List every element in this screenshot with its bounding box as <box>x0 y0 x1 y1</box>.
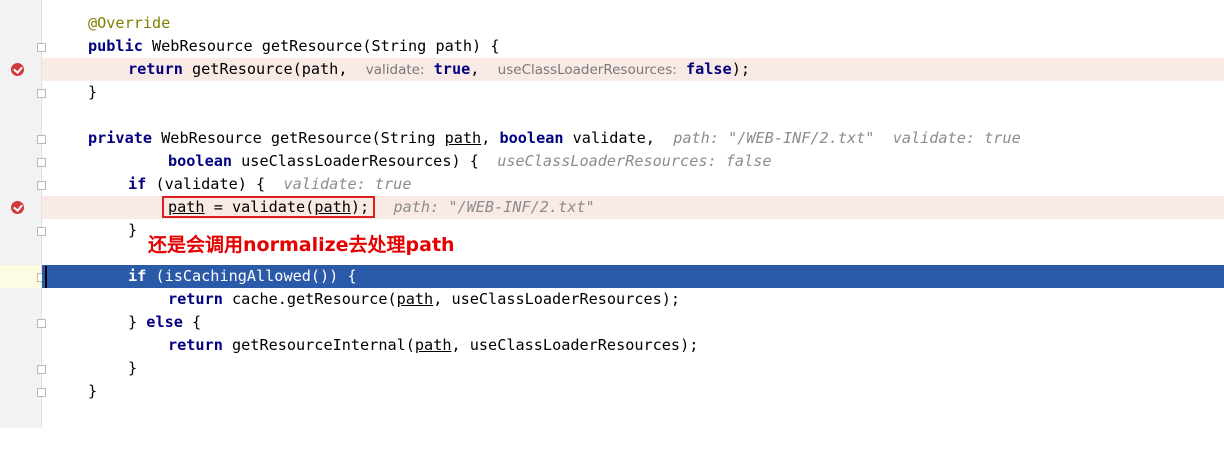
current-line-gutter <box>0 265 41 288</box>
keyword: if <box>128 267 147 285</box>
code-text: , <box>470 60 498 78</box>
keyword: true <box>424 60 471 78</box>
variable-path: path <box>168 198 205 216</box>
keyword: public <box>88 37 143 55</box>
inline-debug-value: useClassLoaderResources: false <box>497 152 772 170</box>
code-line[interactable]: if (validate) { validate: true <box>42 173 1224 196</box>
code-text: } <box>128 359 138 377</box>
code-line[interactable]: boolean useClassLoaderResources) { useCl… <box>42 150 1224 173</box>
code-text: , <box>481 129 500 147</box>
keyword: return <box>168 290 223 308</box>
variable-path: path <box>396 290 434 308</box>
callout-annotation: 还是会调用normalize去处理path <box>148 234 455 256</box>
variable-path: path <box>414 336 452 354</box>
code-editor[interactable]: @Override public WebResource getResource… <box>0 0 1224 428</box>
code-line-breakpoint[interactable]: path = validate(path); path: "/WEB-INF/2… <box>42 196 1224 219</box>
code-text: } <box>88 382 98 400</box>
code-text: useClassLoaderResources) { <box>232 152 498 170</box>
code-text: { <box>182 313 202 331</box>
code-text: (validate) { <box>146 175 284 193</box>
code-text: } <box>128 221 138 239</box>
code-text: = validate( <box>204 198 315 216</box>
code-line[interactable]: } <box>42 81 1224 104</box>
keyword: boolean <box>499 129 564 147</box>
inline-debug-value: path: "/WEB-INF/2.txt" validate: true <box>673 129 1021 147</box>
code-line[interactable]: return getResourceInternal(path, useClas… <box>42 334 1224 357</box>
code-text: } <box>88 83 98 101</box>
code-line[interactable]: return cache.getResource(path, useClassL… <box>42 288 1224 311</box>
inline-debug-value: validate: true <box>283 175 412 193</box>
annotation: @Override <box>88 14 171 32</box>
current-execution-line[interactable]: if (isCachingAllowed()) { <box>42 265 1224 288</box>
code-line[interactable]: } else { <box>42 311 1224 334</box>
breakpoint-icon[interactable] <box>11 201 24 214</box>
code-text: validate, <box>563 129 674 147</box>
code-text: ); <box>350 198 370 216</box>
variable-path: path <box>444 129 482 147</box>
code-text: ); <box>731 60 750 78</box>
highlight-box: path = validate(path); <box>162 196 376 218</box>
code-text: getResourceInternal( <box>222 336 415 354</box>
code-text: getResource(path, <box>182 60 366 78</box>
code-line[interactable]: private WebResource getResource(String p… <box>42 127 1224 150</box>
code-line[interactable]: public WebResource getResource(String pa… <box>42 35 1224 58</box>
keyword: boolean <box>168 152 233 170</box>
code-text: , useClassLoaderResources); <box>451 336 699 354</box>
code-line[interactable]: } <box>42 380 1224 403</box>
code-line-breakpoint[interactable]: return getResource(path, validate: true,… <box>42 58 1224 81</box>
code-line[interactable]: @Override <box>42 12 1224 35</box>
breakpoint-icon[interactable] <box>11 63 24 76</box>
keyword: else <box>146 313 183 331</box>
keyword: private <box>88 129 153 147</box>
text-cursor <box>45 266 47 288</box>
code-text: cache.getResource( <box>222 290 397 308</box>
keyword: return <box>128 60 183 78</box>
code-line[interactable]: } <box>42 357 1224 380</box>
param-hint: validate: <box>365 62 425 78</box>
code-text: WebResource getResource(String <box>152 129 445 147</box>
variable-path: path <box>314 198 351 216</box>
code-text: , useClassLoaderResources); <box>433 290 681 308</box>
code-text: WebResource getResource(String path) { <box>142 37 500 55</box>
code-text: } <box>128 313 147 331</box>
keyword: false <box>676 60 732 78</box>
keyword: return <box>168 336 223 354</box>
param-hint: useClassLoaderResources: <box>497 62 677 78</box>
keyword: if <box>128 175 147 193</box>
code-text: (isCachingAllowed()) { <box>146 267 357 285</box>
inline-debug-value: path: "/WEB-INF/2.txt" <box>393 198 595 216</box>
